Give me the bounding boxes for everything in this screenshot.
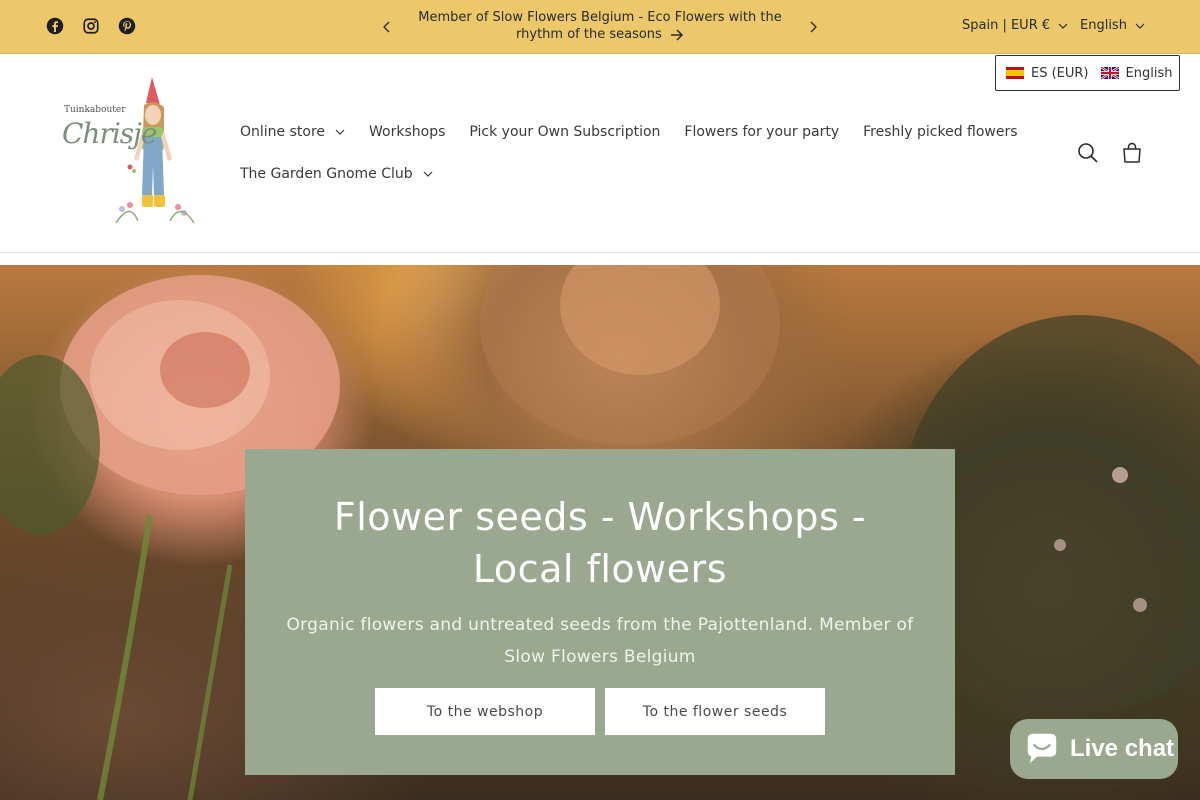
hero-content-panel: Flower seeds - Workshops - Local flowers…: [245, 449, 955, 775]
language-option-label: English: [1125, 65, 1173, 81]
announcement-link[interactable]: Member of Slow Flowers Belgium - Eco Flo…: [410, 9, 790, 43]
chevron-down-icon: [1135, 23, 1145, 29]
nav-item-label: Pick your Own Subscription: [469, 124, 661, 140]
nav-item-online-store[interactable]: Online store: [240, 124, 345, 140]
chevron-down-icon: [335, 129, 345, 135]
announcement-text: Member of Slow Flowers Belgium - Eco Flo…: [418, 10, 782, 42]
country-selector[interactable]: Spain | EUR €: [962, 18, 1068, 33]
main-navigation: Online store Workshops Pick your Own Sub…: [240, 119, 1018, 203]
facebook-icon[interactable]: [46, 17, 64, 35]
logo-text-top: Tuinkabouter: [64, 105, 126, 115]
hero-buttons: To the webshop To the flower seeds: [375, 688, 825, 735]
spain-flag-icon: [1006, 67, 1024, 79]
shopping-bag-icon: [1123, 142, 1141, 163]
country-selector-label: Spain | EUR €: [962, 18, 1051, 33]
hero-subtitle: Organic flowers and untreated seeds from…: [286, 615, 914, 667]
flower-seeds-button[interactable]: To the flower seeds: [605, 688, 825, 735]
site-logo[interactable]: Tuinkabouter Chrisje: [60, 75, 200, 227]
chevron-down-icon: [1058, 23, 1068, 29]
logo-text-name: Chrisje: [62, 117, 157, 150]
currency-option-es[interactable]: ES (EUR): [1006, 66, 1089, 81]
hero-title: Flower seeds - Workshops - Local flowers: [333, 495, 867, 591]
announcement-prev-button[interactable]: [377, 17, 397, 37]
chevron-left-icon: [383, 21, 390, 33]
language-option-english[interactable]: English: [1100, 65, 1173, 81]
nav-item-label: Online store: [240, 124, 326, 140]
chat-bubble-icon: [1027, 733, 1057, 764]
live-chat-button[interactable]: Live chat: [1010, 719, 1178, 779]
announcement-bar: Member of Slow Flowers Belgium - Eco Flo…: [0, 0, 1200, 54]
chevron-down-icon: [423, 171, 433, 177]
live-chat-label: Live chat: [1070, 735, 1175, 762]
arrow-right-icon: [670, 28, 684, 41]
language-currency-popup: ES (EUR) English: [995, 55, 1180, 91]
pinterest-icon[interactable]: [118, 17, 136, 35]
search-button[interactable]: [1076, 141, 1100, 165]
nav-item-label: Flowers for your party: [684, 124, 840, 140]
nav-item-pick-your-own[interactable]: Pick your Own Subscription: [469, 124, 660, 140]
gnome-illustration: [115, 77, 195, 224]
nav-row-2: The Garden Gnome Club: [240, 161, 1000, 187]
language-selector[interactable]: English: [1080, 18, 1145, 33]
search-icon: [1078, 143, 1098, 163]
social-links: [46, 17, 136, 35]
cart-button[interactable]: [1120, 141, 1144, 165]
nav-item-party-flowers[interactable]: Flowers for your party: [684, 124, 839, 140]
nav-item-garden-gnome-club[interactable]: The Garden Gnome Club: [240, 166, 433, 182]
nav-row-1: Online store Workshops Pick your Own Sub…: [240, 119, 1018, 145]
nav-item-freshly-picked[interactable]: Freshly picked flowers: [863, 124, 1017, 140]
nav-item-label: Workshops: [369, 124, 446, 140]
uk-flag-icon: [1100, 67, 1119, 79]
language-selector-label: English: [1080, 18, 1127, 33]
announcement-next-button[interactable]: [803, 17, 823, 37]
nav-item-workshops[interactable]: Workshops: [369, 124, 445, 140]
webshop-button[interactable]: To the webshop: [375, 688, 595, 735]
chevron-right-icon: [810, 21, 817, 33]
nav-item-label: Freshly picked flowers: [863, 124, 1018, 140]
nav-item-label: The Garden Gnome Club: [240, 166, 413, 182]
instagram-icon[interactable]: [82, 17, 100, 35]
currency-option-label: ES (EUR): [1031, 65, 1089, 81]
